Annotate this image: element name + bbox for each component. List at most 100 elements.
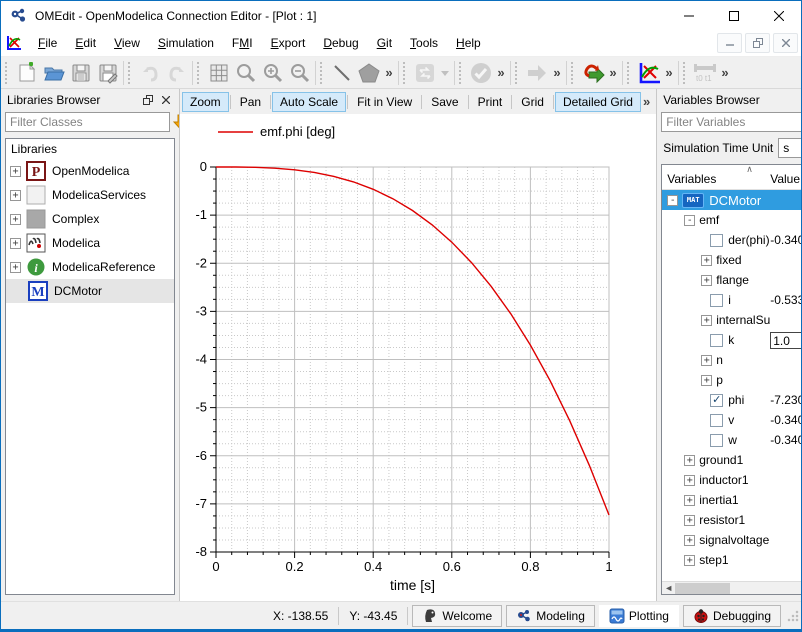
menu-tools[interactable]: Tools [401, 32, 447, 54]
variable-row-resistor1[interactable]: +resistor1 [662, 510, 802, 530]
plot-variable-checkbox[interactable] [710, 414, 723, 427]
overflow-icon[interactable]: » [494, 60, 508, 86]
polygon-shape-icon[interactable] [355, 60, 382, 86]
toolbar-drag-handle[interactable] [515, 62, 520, 84]
variable-row-w[interactable]: w-0.3403 [662, 430, 802, 450]
variables-column-header[interactable]: Variables [662, 172, 770, 189]
plot-window-icon[interactable] [635, 60, 662, 86]
menu-edit[interactable]: Edit [66, 32, 105, 54]
new-model-icon[interactable] [13, 60, 40, 86]
overflow-icon[interactable]: » [606, 60, 620, 86]
menu-fmi[interactable]: FMI [223, 32, 262, 54]
overflow-icon[interactable]: » [382, 60, 396, 86]
toolbar-drag-handle[interactable] [571, 62, 576, 84]
expander-icon[interactable]: + [10, 166, 21, 177]
expander-icon[interactable]: - [667, 195, 678, 206]
expander-icon[interactable]: + [684, 515, 695, 526]
plot-tool-grid[interactable]: Grid [513, 92, 552, 112]
save-as-icon[interactable] [94, 60, 121, 86]
expander-icon[interactable]: + [684, 555, 695, 566]
variable-row-v[interactable]: v-0.3403 [662, 410, 802, 430]
expander-icon[interactable]: + [701, 315, 712, 326]
menu-simulation[interactable]: Simulation [149, 32, 223, 54]
variable-row-internalsupport[interactable]: +internalSupport [662, 310, 802, 330]
mdi-close-button[interactable] [773, 33, 798, 53]
mdi-restore-button[interactable] [745, 33, 770, 53]
perspective-welcome-button[interactable]: Welcome [412, 605, 502, 627]
expander-icon[interactable]: + [684, 455, 695, 466]
expander-icon[interactable]: + [701, 375, 712, 386]
plot-toolbar-overflow-icon[interactable]: » [641, 94, 656, 109]
maximize-button[interactable] [711, 1, 756, 30]
plot-tool-print[interactable]: Print [470, 92, 511, 112]
expander-icon[interactable]: + [684, 475, 695, 486]
variable-row-ground1[interactable]: +ground1 [662, 450, 802, 470]
plot-variable-checkbox[interactable] [710, 334, 723, 347]
time-unit-select[interactable]: s ▼ [778, 138, 802, 158]
variable-row-inertia1[interactable]: +inertia1 [662, 490, 802, 510]
toolbar-drag-handle[interactable] [320, 62, 325, 84]
plot-canvas[interactable]: 0-1-2-3-4-5-6-7-800.20.40.60.81time [s]e… [180, 114, 656, 603]
expander-icon[interactable]: + [10, 262, 21, 273]
library-item-modelicareference[interactable]: +iModelicaReference [6, 255, 174, 279]
mdi-minimize-button[interactable] [717, 33, 742, 53]
close-button[interactable] [756, 1, 801, 30]
perspective-debugging-button[interactable]: Debugging [683, 605, 781, 627]
expander-icon[interactable]: + [701, 355, 712, 366]
expander-icon[interactable]: - [684, 215, 695, 226]
menu-view[interactable]: View [105, 32, 149, 54]
variable-row-emf[interactable]: -emf [662, 210, 802, 230]
float-dock-icon[interactable] [797, 92, 802, 108]
sort-indicator-icon[interactable]: ∧ [746, 164, 753, 175]
menu-debug[interactable]: Debug [314, 32, 367, 54]
variable-row-p[interactable]: +p [662, 370, 802, 390]
grid-icon[interactable] [205, 60, 232, 86]
filter-variables-input[interactable] [661, 112, 802, 132]
toolbar-drag-handle[interactable] [683, 62, 688, 84]
value-column-header[interactable]: Value [770, 172, 802, 189]
variable-value-input[interactable]: 1.0 [770, 332, 802, 349]
zoom-original-icon[interactable] [232, 60, 259, 86]
line-shape-icon[interactable] [328, 60, 355, 86]
plot-tool-detailed-grid[interactable]: Detailed Grid [555, 92, 641, 112]
toolbar-drag-handle[interactable] [459, 62, 464, 84]
horizontal-scrollbar[interactable]: ◄ ► [662, 581, 802, 594]
zoom-out-icon[interactable] [286, 60, 313, 86]
expander-icon[interactable]: + [10, 214, 21, 225]
toolbar-drag-handle[interactable] [128, 62, 133, 84]
filter-classes-input[interactable] [5, 112, 170, 132]
variable-row-flange[interactable]: +flange [662, 270, 802, 290]
menu-file[interactable]: File [29, 32, 66, 54]
expander-icon[interactable]: + [684, 535, 695, 546]
minimize-button[interactable] [666, 1, 711, 30]
expander-icon[interactable]: + [10, 190, 21, 201]
variable-row-k[interactable]: k1.0 [662, 330, 802, 350]
plot-tool-zoom[interactable]: Zoom [182, 92, 229, 112]
toolbar-drag-handle[interactable] [627, 62, 632, 84]
menu-git[interactable]: Git [368, 32, 401, 54]
scroll-left-icon[interactable]: ◄ [662, 583, 675, 593]
variable-row-i[interactable]: i-0.53350 [662, 290, 802, 310]
plot-tool-pan[interactable]: Pan [232, 92, 269, 112]
variable-row-step1[interactable]: +step1 [662, 550, 802, 570]
toolbar-drag-handle[interactable] [5, 62, 10, 84]
perspective-plotting-button[interactable]: Plotting [599, 605, 679, 627]
variable-row-n[interactable]: +n [662, 350, 802, 370]
plot-variable-checkbox[interactable] [710, 234, 723, 247]
perspective-modeling-button[interactable]: Modeling [506, 605, 595, 627]
variable-row-signalvoltage1[interactable]: +signalvoltage1 [662, 530, 802, 550]
plot-figure[interactable]: 0-1-2-3-4-5-6-7-800.20.40.60.81time [s]e… [180, 114, 622, 598]
menu-export[interactable]: Export [262, 32, 315, 54]
variable-row-phi[interactable]: ✓phi-7.23033 [662, 390, 802, 410]
variable-row-inductor1[interactable]: +inductor1 [662, 470, 802, 490]
menu-help[interactable]: Help [447, 32, 490, 54]
overflow-icon[interactable]: » [718, 60, 732, 86]
re-simulate-icon[interactable] [579, 60, 606, 86]
variable-row-der-phi-[interactable]: der(phi)-0.3403 [662, 230, 802, 250]
plot-tool-save[interactable]: Save [423, 92, 466, 112]
plot-tool-auto-scale[interactable]: Auto Scale [272, 92, 346, 112]
library-item-openmodelica[interactable]: +POpenModelica [6, 159, 174, 183]
overflow-icon[interactable]: » [550, 60, 564, 86]
library-item-modelica[interactable]: +Modelica [6, 231, 174, 255]
plot-variable-checkbox[interactable] [710, 294, 723, 307]
